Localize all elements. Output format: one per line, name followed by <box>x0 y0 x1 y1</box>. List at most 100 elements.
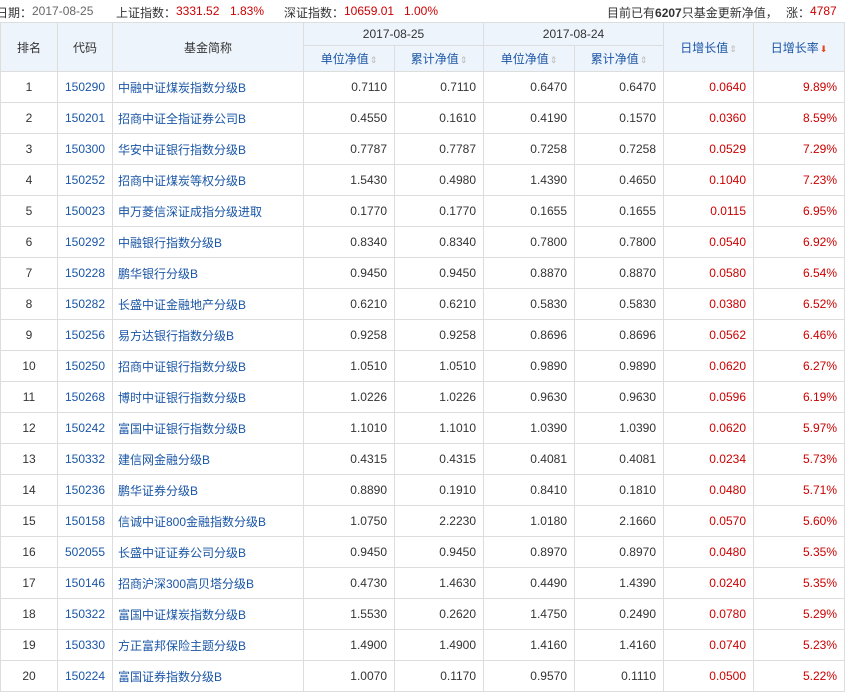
fund-name-link[interactable]: 富国证券指数分级B <box>112 660 304 692</box>
acc-nav-today: 0.1910 <box>394 474 484 506</box>
fund-code-link[interactable]: 150332 <box>57 443 113 475</box>
fund-code-link[interactable]: 150322 <box>57 598 113 630</box>
unit-nav-prev: 0.4490 <box>483 567 575 599</box>
fund-code-link[interactable]: 150201 <box>57 102 113 134</box>
acc-nav-today: 0.7787 <box>394 133 484 165</box>
acc-nav-prev: 0.1570 <box>574 102 664 134</box>
sort-unit-nav-1-header[interactable]: 单位净值⇕ <box>303 45 395 72</box>
table-row: 15 150158 信诚中证800金融指数分级B 1.0750 2.2230 1.0180… <box>0 505 845 537</box>
fund-name-link[interactable]: 中融中证煤炭指数分级B <box>112 71 304 103</box>
unit-nav-today: 0.7787 <box>303 133 395 165</box>
fund-name-link[interactable]: 易方达银行指数分级B <box>112 319 304 351</box>
unit-nav-today: 0.8890 <box>303 474 395 506</box>
fund-name-link[interactable]: 申万菱信深证成指分级进取 <box>112 195 304 227</box>
fund-code-link[interactable]: 150146 <box>57 567 113 599</box>
fund-code-link[interactable]: 150330 <box>57 629 113 661</box>
daily-rate-value: 6.27% <box>753 350 845 382</box>
unit-nav-prev: 1.0390 <box>483 412 575 444</box>
sort-daily-change-header[interactable]: 日增长值⇕ <box>663 22 754 72</box>
fund-name-link[interactable]: 方正富邦保险主题分级B <box>112 629 304 661</box>
sh-index-label: 上证指数： <box>116 6 177 20</box>
rank-cell: 6 <box>0 226 58 258</box>
fund-name-link[interactable]: 长盛中证证券公司分级B <box>112 536 304 568</box>
unit-nav-today: 1.0510 <box>303 350 395 382</box>
fund-code-link[interactable]: 150224 <box>57 660 113 692</box>
acc-nav-today: 0.9450 <box>394 536 484 568</box>
unit-nav-today: 0.7110 <box>303 71 395 103</box>
fund-name-link[interactable]: 富国中证煤炭指数分级B <box>112 598 304 630</box>
acc-nav-today: 1.1010 <box>394 412 484 444</box>
fund-name-link[interactable]: 中融银行指数分级B <box>112 226 304 258</box>
fund-code-link[interactable]: 150023 <box>57 195 113 227</box>
table-row: 5 150023 申万菱信深证成指分级进取 0.1770 0.1770 0.1655 0.1… <box>0 195 845 227</box>
acc-nav-today: 1.4900 <box>394 629 484 661</box>
rank-cell: 19 <box>0 629 58 661</box>
acc-nav-prev: 0.8970 <box>574 536 664 568</box>
fund-code-link[interactable]: 150256 <box>57 319 113 351</box>
sort-daily-rate-header[interactable]: 日增长率⬇ <box>753 22 845 72</box>
sh-index-change: 1.83% <box>230 4 265 18</box>
sort-unit-nav-2-header[interactable]: 单位净值⇕ <box>483 45 575 72</box>
daily-rate-value: 9.89% <box>753 71 845 103</box>
fund-name-link[interactable]: 鹏华银行分级B <box>112 257 304 289</box>
fund-code-link[interactable]: 150228 <box>57 257 113 289</box>
update-count: 6207 <box>655 6 682 20</box>
fund-code-link[interactable]: 150250 <box>57 350 113 382</box>
acc-nav-prev: 0.8870 <box>574 257 664 289</box>
sz-index-value: 10659.01 <box>344 4 395 18</box>
fund-name-link[interactable]: 华安中证银行指数分级B <box>112 133 304 165</box>
table-row: 14 150236 鹏华证券分级B 0.8890 0.1910 0.8410 0.1810 0… <box>0 474 845 506</box>
daily-rate-value: 5.60% <box>753 505 845 537</box>
table-row: 4 150252 招商中证煤炭等权分级B 1.5430 0.4980 1.4390 0.46… <box>0 164 845 196</box>
fund-name-link[interactable]: 信诚中证800金融指数分级B <box>112 505 304 537</box>
fund-name-link[interactable]: 建信网金融分级B <box>112 443 304 475</box>
acc-nav-today: 1.4630 <box>394 567 484 599</box>
fund-name-link[interactable]: 招商中证煤炭等权分级B <box>112 164 304 196</box>
rank-cell: 20 <box>0 660 58 692</box>
daily-change-value: 0.0596 <box>663 381 754 413</box>
unit-nav-today: 0.8340 <box>303 226 395 258</box>
daily-change-value: 0.0580 <box>663 257 754 289</box>
table-row: 9 150256 易方达银行指数分级B 0.9258 0.9258 0.8696 0.869… <box>0 319 845 351</box>
acc-nav-today: 1.0226 <box>394 381 484 413</box>
rank-cell: 13 <box>0 443 58 475</box>
table-row: 17 150146 招商沪深300高贝塔分级B 0.4730 1.4630 0.4490 1… <box>0 567 845 599</box>
acc-nav-today: 0.4980 <box>394 164 484 196</box>
sort-acc-nav-2-header[interactable]: 累计净值⇕ <box>574 45 664 72</box>
daily-rate-value: 5.35% <box>753 567 845 599</box>
sort-acc-nav-1-header[interactable]: 累计净值⇕ <box>394 45 484 72</box>
fund-name-link[interactable]: 鹏华证券分级B <box>112 474 304 506</box>
fund-code-link[interactable]: 150292 <box>57 226 113 258</box>
fund-code-link[interactable]: 150282 <box>57 288 113 320</box>
fund-name-link[interactable]: 长盛中证金融地产分级B <box>112 288 304 320</box>
table-row: 19 150330 方正富邦保险主题分级B 1.4900 1.4900 1.4160 1.4… <box>0 629 845 661</box>
acc-nav-prev: 0.6470 <box>574 71 664 103</box>
fund-code-link[interactable]: 150252 <box>57 164 113 196</box>
acc-nav-today: 0.1170 <box>394 660 484 692</box>
fund-code-link[interactable]: 150242 <box>57 412 113 444</box>
unit-nav-today: 1.1010 <box>303 412 395 444</box>
fund-code-link[interactable]: 150236 <box>57 474 113 506</box>
fund-code-link[interactable]: 502055 <box>57 536 113 568</box>
col-name-header: 基金简称 <box>112 22 304 72</box>
daily-change-value: 0.0740 <box>663 629 754 661</box>
rank-cell: 2 <box>0 102 58 134</box>
fund-name-link[interactable]: 招商沪深300高贝塔分级B <box>112 567 304 599</box>
fund-name-link[interactable]: 招商中证全指证券公司B <box>112 102 304 134</box>
daily-change-value: 0.1040 <box>663 164 754 196</box>
acc-nav-prev: 0.1110 <box>574 660 664 692</box>
fund-name-link[interactable]: 富国中证银行指数分级B <box>112 412 304 444</box>
rank-cell: 10 <box>0 350 58 382</box>
fund-code-link[interactable]: 150158 <box>57 505 113 537</box>
unit-nav-prev: 0.8696 <box>483 319 575 351</box>
fund-name-link[interactable]: 招商中证银行指数分级B <box>112 350 304 382</box>
fund-code-link[interactable]: 150290 <box>57 71 113 103</box>
daily-change-value: 0.0780 <box>663 598 754 630</box>
acc-nav-today: 1.0510 <box>394 350 484 382</box>
fund-name-link[interactable]: 博时中证银行指数分级B <box>112 381 304 413</box>
fund-code-link[interactable]: 150268 <box>57 381 113 413</box>
unit-nav-today: 1.5530 <box>303 598 395 630</box>
fund-code-link[interactable]: 150300 <box>57 133 113 165</box>
market-summary-bar: 日期： 2017-08-25 上证指数： 3331.52 1.83% 深证指数：… <box>0 0 845 22</box>
col-rank-header: 排名 <box>0 22 58 72</box>
